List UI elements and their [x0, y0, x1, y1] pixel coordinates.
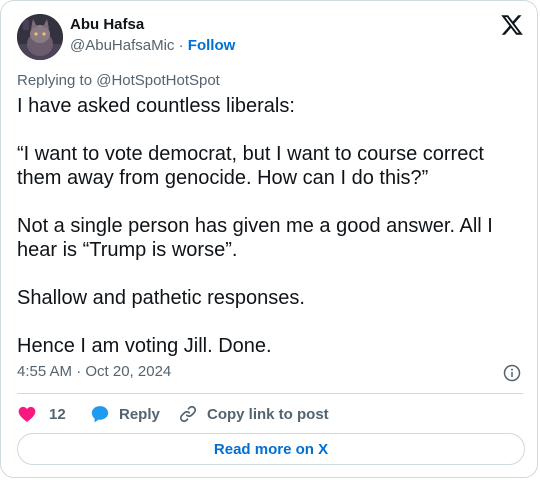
x-logo-icon[interactable]	[500, 13, 524, 37]
replying-to-handle[interactable]: @HotSpotHotSpot	[96, 72, 220, 89]
post-paragraph: I have asked countless liberals:	[17, 95, 295, 117]
info-icon[interactable]	[503, 364, 521, 382]
read-more-button[interactable]: Read more on X	[17, 433, 525, 465]
author-name[interactable]: Abu Hafsa	[70, 16, 144, 34]
handle-separator: ·	[174, 37, 188, 54]
post-paragraph: “I want to vote democrat, but I want to …	[17, 143, 484, 189]
author-handle[interactable]: @AbuHafsaMic	[70, 37, 174, 54]
reply-button[interactable]: Reply	[90, 404, 160, 424]
divider	[17, 393, 523, 394]
read-more-label: Read more on X	[213, 440, 329, 458]
post-text: I have asked countless liberals: “I want…	[17, 94, 522, 358]
author-handle-line: @AbuHafsaMic · Follow	[70, 37, 235, 55]
embedded-post-card: Abu Hafsa @AbuHafsaMic · Follow Replying…	[0, 0, 538, 478]
replying-to-prefix: Replying to	[17, 72, 97, 89]
post-timestamp[interactable]: 4:55 AM · Oct 20, 2024	[17, 363, 171, 381]
avatar[interactable]	[17, 14, 63, 60]
reply-label: Reply	[119, 405, 160, 423]
link-icon	[179, 405, 197, 423]
replying-to-line: Replying to @HotSpotHotSpot	[17, 72, 220, 90]
copy-link-button[interactable]: Copy link to post	[178, 404, 329, 424]
avatar-image	[17, 14, 63, 60]
speech-bubble-icon	[91, 406, 109, 423]
like-button[interactable]: 12	[17, 404, 66, 424]
follow-link[interactable]: Follow	[188, 37, 236, 54]
like-count: 12	[49, 405, 66, 423]
post-paragraph: Hence I am voting Jill. Done.	[17, 335, 272, 357]
post-paragraph: Not a single person has given me a good …	[17, 215, 493, 261]
heart-icon	[18, 406, 36, 422]
post-paragraph: Shallow and pathetic responses.	[17, 287, 305, 309]
copy-link-label: Copy link to post	[207, 405, 329, 423]
